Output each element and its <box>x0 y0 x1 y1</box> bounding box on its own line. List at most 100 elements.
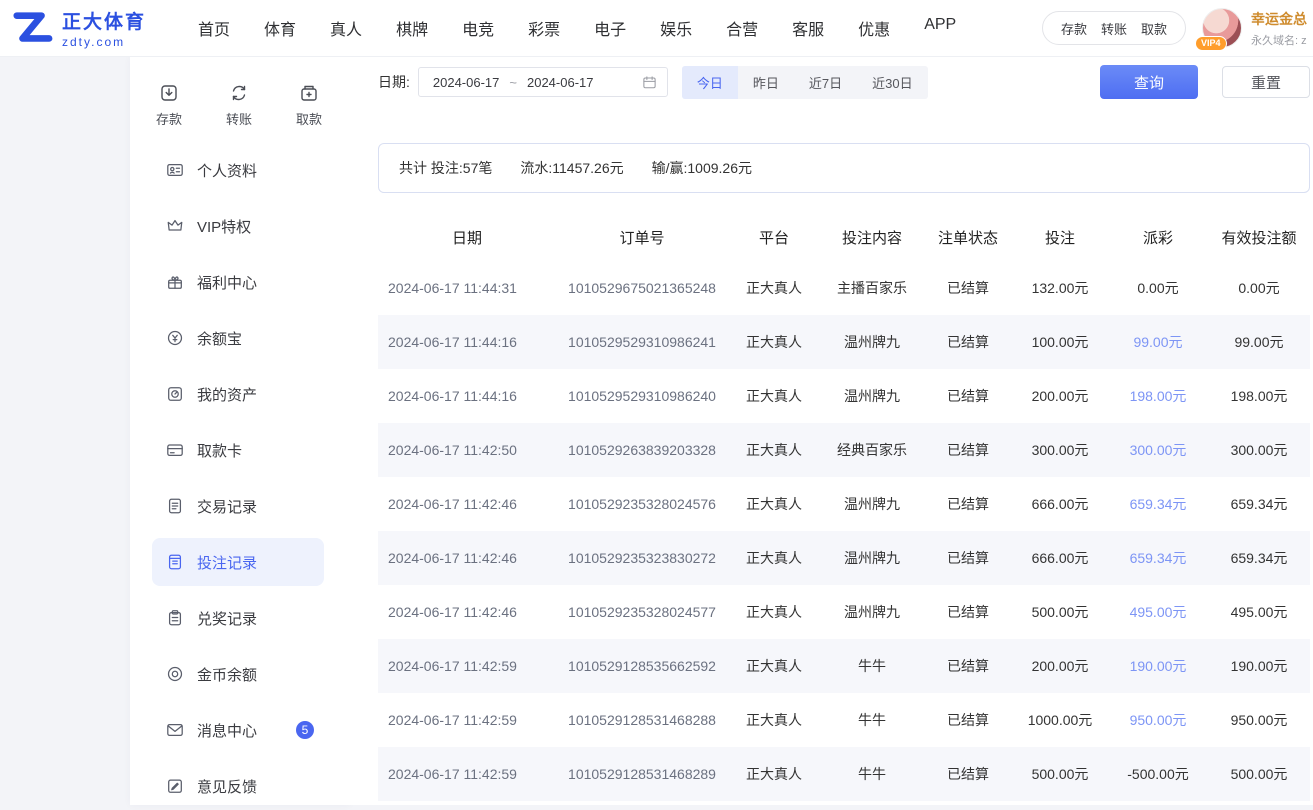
table-row: 2024-06-17 11:44:31 1010529675021365248 … <box>378 261 1310 315</box>
quick-range-button[interactable]: 近7日 <box>794 66 857 99</box>
sidebar-menu-item-label: 我的资产 <box>197 384 257 405</box>
quick-range-button[interactable]: 今日 <box>682 66 738 99</box>
icon-feedback <box>166 777 184 795</box>
cell-valid-bet: 500.00元 <box>1208 747 1310 801</box>
sidebar-menu-item[interactable]: 个人资料 <box>152 146 324 194</box>
cell-payout: 950.00元 <box>1108 693 1208 747</box>
cell-order-number: 1010529235323830272 <box>556 531 728 585</box>
cell-order-number: 1010529675021365248 <box>556 261 728 315</box>
nav-item[interactable]: 客服 <box>792 16 824 40</box>
nav-item[interactable]: 优惠 <box>858 16 890 40</box>
cell-order-number: 1010529263839203328 <box>556 423 728 477</box>
nav-item[interactable]: 棋牌 <box>396 16 428 40</box>
sidebar-menu-item[interactable]: 余额宝 <box>152 314 324 362</box>
sidebar-menu-item[interactable]: 意见反馈 <box>152 762 324 810</box>
cell-platform: 正大真人 <box>728 639 820 693</box>
wallet-link[interactable]: 取款 <box>1141 19 1167 38</box>
cell-platform: 正大真人 <box>728 531 820 585</box>
quick-action-label: 转账 <box>226 109 252 128</box>
nav-item[interactable]: 体育 <box>264 16 296 40</box>
query-button[interactable]: 查询 <box>1100 65 1198 99</box>
quick-action[interactable]: 存款 <box>148 83 190 128</box>
sidebar-menu-item[interactable]: 投注记录 <box>152 538 324 586</box>
table-header-row: 日期 订单号 平台 投注内容 注单状态 投注 派彩 有效投注额 <box>378 213 1310 261</box>
cell-status: 已结算 <box>924 585 1012 639</box>
cell-order-number: 1010529235328024576 <box>556 477 728 531</box>
cell-bet-amount: 1000.00元 <box>1012 693 1108 747</box>
calendar-icon <box>642 75 657 90</box>
main-content: 日期: 2024-06-17 ~ 2024-06-17 今日 昨日 近7日 近3… <box>350 57 1313 805</box>
sidebar-menu: 个人资料 VIP特权 福利中心 余额宝 <box>130 146 350 810</box>
sidebar-menu-item[interactable]: 金币余额 <box>152 650 324 698</box>
cell-valid-bet: 0.00元 <box>1208 261 1310 315</box>
summary-turnover: 流水:11457.26元 <box>520 158 623 178</box>
nav-item[interactable]: 真人 <box>330 16 362 40</box>
quick-action[interactable]: 转账 <box>218 83 260 128</box>
date-start-value: 2024-06-17 <box>433 75 500 90</box>
date-separator: ~ <box>509 75 517 90</box>
table-row: 2024-06-17 11:44:16 1010529529310986240 … <box>378 369 1310 423</box>
cell-platform: 正大真人 <box>728 423 820 477</box>
cell-status: 已结算 <box>924 693 1012 747</box>
summary-winloss: 输/赢:1009.26元 <box>652 158 752 178</box>
nav-item[interactable]: 合营 <box>726 16 758 40</box>
brand[interactable]: 正大体育 zdty.com <box>10 7 146 49</box>
nav-item[interactable]: 首页 <box>198 16 230 40</box>
cell-date: 2024-06-17 11:42:46 <box>378 585 556 639</box>
cell-platform: 正大真人 <box>728 315 820 369</box>
sidebar-menu-item[interactable]: VIP特权 <box>152 202 324 250</box>
nav-item[interactable]: 娱乐 <box>660 16 692 40</box>
sidebar-menu-item[interactable]: 兑奖记录 <box>152 594 324 642</box>
table-body: 2024-06-17 11:44:31 1010529675021365248 … <box>378 261 1310 801</box>
cell-order-number: 1010529235328024577 <box>556 585 728 639</box>
cell-bet-amount: 300.00元 <box>1012 423 1108 477</box>
cell-bet-amount: 200.00元 <box>1012 369 1108 423</box>
sidebar-menu-item-label: 福利中心 <box>197 272 257 293</box>
cell-date: 2024-06-17 11:42:59 <box>378 639 556 693</box>
sidebar-menu-item[interactable]: 福利中心 <box>152 258 324 306</box>
cell-status: 已结算 <box>924 369 1012 423</box>
nav-item[interactable]: 彩票 <box>528 16 560 40</box>
sidebar-menu-item[interactable]: 我的资产 <box>152 370 324 418</box>
cell-valid-bet: 300.00元 <box>1208 423 1310 477</box>
nav-item[interactable]: APP <box>924 16 956 40</box>
cell-date: 2024-06-17 11:44:16 <box>378 369 556 423</box>
table-row: 2024-06-17 11:44:16 1010529529310986241 … <box>378 315 1310 369</box>
cell-bet-content: 牛牛 <box>820 693 924 747</box>
cell-bet-content: 主播百家乐 <box>820 261 924 315</box>
wallet-pill: 存款 转账 取款 <box>1042 11 1186 45</box>
cell-date: 2024-06-17 11:44:31 <box>378 261 556 315</box>
column-header: 投注内容 <box>820 213 924 261</box>
cell-date: 2024-06-17 11:44:16 <box>378 315 556 369</box>
cell-order-number: 1010529529310986241 <box>556 315 728 369</box>
icon-welfare <box>166 273 184 291</box>
cell-bet-amount: 500.00元 <box>1012 585 1108 639</box>
cell-payout: 198.00元 <box>1108 369 1208 423</box>
wallet-link[interactable]: 存款 <box>1061 19 1087 38</box>
sidebar-menu-item-label: 金币余额 <box>197 664 257 685</box>
nav-item[interactable]: 电竞 <box>462 16 494 40</box>
cell-payout: 495.00元 <box>1108 585 1208 639</box>
cell-valid-bet: 659.34元 <box>1208 477 1310 531</box>
icon-profile <box>166 161 184 179</box>
cell-bet-amount: 132.00元 <box>1012 261 1108 315</box>
sidebar-menu-item[interactable]: 交易记录 <box>152 482 324 530</box>
date-filter-label: 日期: <box>378 72 410 92</box>
wallet-link[interactable]: 转账 <box>1101 19 1127 38</box>
date-range-input[interactable]: 2024-06-17 ~ 2024-06-17 <box>418 67 668 97</box>
icon-bets <box>166 553 184 571</box>
nav-item[interactable]: 电子 <box>594 16 626 40</box>
column-header: 日期 <box>378 213 556 261</box>
cell-order-number: 1010529128531468288 <box>556 693 728 747</box>
sidebar-menu-item[interactable]: 消息中心 5 <box>152 706 324 754</box>
cell-status: 已结算 <box>924 315 1012 369</box>
quick-range-button[interactable]: 近30日 <box>857 66 927 99</box>
avatar[interactable]: VIP4 <box>1202 8 1242 48</box>
sidebar-menu-item[interactable]: 取款卡 <box>152 426 324 474</box>
quick-action[interactable]: 取款 <box>288 83 330 128</box>
cell-date: 2024-06-17 11:42:59 <box>378 693 556 747</box>
quick-range-button[interactable]: 昨日 <box>738 66 794 99</box>
cell-payout: 659.34元 <box>1108 477 1208 531</box>
icon-transfer <box>229 83 249 103</box>
reset-button[interactable]: 重置 <box>1222 66 1310 98</box>
